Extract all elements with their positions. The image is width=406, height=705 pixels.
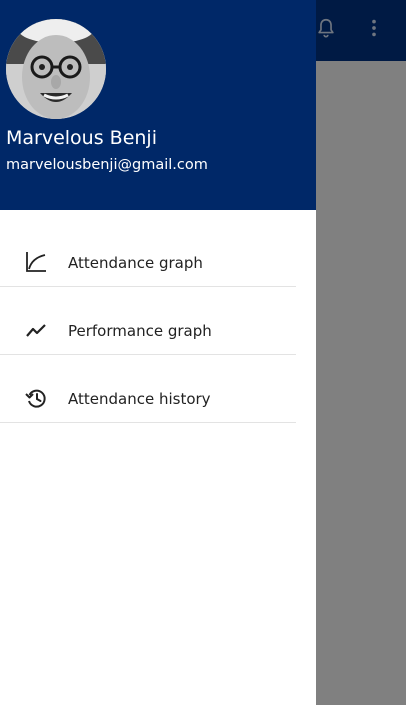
menu-item-attendance-history[interactable]: Attendance history — [0, 355, 296, 423]
menu-item-attendance-graph[interactable]: Attendance graph — [0, 219, 296, 287]
menu-item-label: Attendance graph — [68, 254, 203, 272]
history-icon — [24, 386, 48, 410]
user-name: Marvelous Benji — [6, 127, 157, 149]
navigation-drawer: Marvelous Benji marvelousbenji@gmail.com… — [0, 0, 316, 705]
drawer-header: Marvelous Benji marvelousbenji@gmail.com — [0, 0, 316, 210]
menu-item-label: Attendance history — [68, 390, 211, 408]
menu-item-label: Performance graph — [68, 322, 212, 340]
more-vertical-icon[interactable] — [360, 14, 388, 42]
screen: Marvelous Benji marvelousbenji@gmail.com… — [0, 0, 406, 705]
line-chart-icon — [24, 250, 48, 274]
menu-item-performance-graph[interactable]: Performance graph — [0, 287, 296, 355]
avatar[interactable] — [6, 19, 106, 119]
user-email: marvelousbenji@gmail.com — [6, 157, 208, 173]
drawer-menu: Attendance graph Performance graph Atten… — [0, 219, 296, 423]
notification-bell-icon[interactable] — [312, 14, 340, 42]
trending-up-icon — [24, 318, 48, 342]
